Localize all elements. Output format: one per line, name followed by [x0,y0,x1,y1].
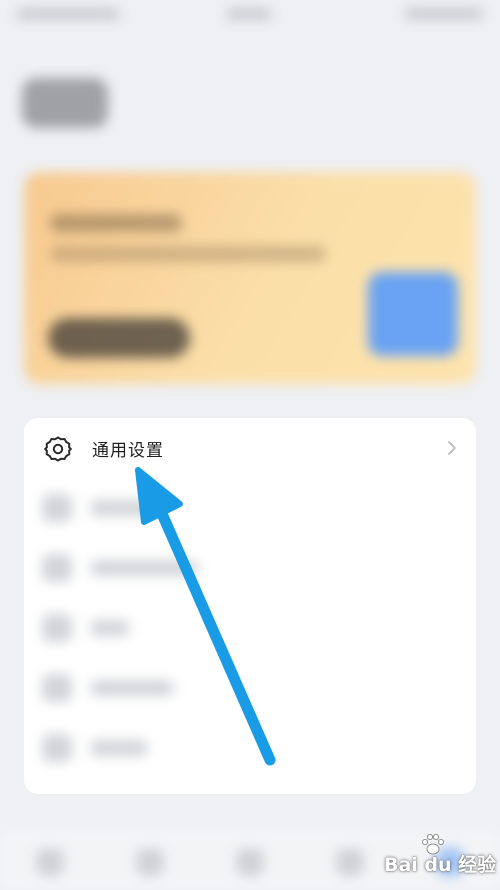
status-bar [0,0,500,28]
gear-icon [44,436,72,462]
blurred-text [90,620,130,636]
blurred-icon [42,614,72,642]
blurred-icon [42,734,72,762]
blurred-text [90,740,148,756]
baidu-watermark: Bai du 经验 [384,834,497,882]
clock [226,8,272,20]
carrier-info [16,8,120,20]
blurred-text [90,500,160,516]
blurred-icon [42,554,72,582]
chevron-right-icon [448,441,456,455]
blurred-text [90,680,174,696]
blurred-icon [42,494,72,522]
banner-subtitle [50,246,326,262]
menu-item-general-settings[interactable]: 通用设置 [24,418,476,478]
settings-card: 通用设置 [24,418,476,794]
page-title [22,78,108,128]
banner-title [50,214,182,232]
tab-icon[interactable] [336,848,364,876]
blurred-text [90,560,198,576]
tab-icon[interactable] [136,848,164,876]
blurred-icon [42,674,72,702]
battery-status [404,8,484,20]
promo-banner[interactable] [24,172,476,384]
banner-button[interactable] [48,318,190,358]
tab-icon[interactable] [36,848,64,876]
watermark-text: Bai du 经验 [384,854,497,876]
banner-image [368,272,458,356]
blurred-menu-list [24,478,476,794]
menu-item-label: 通用设置 [92,441,164,461]
tab-icon[interactable] [236,848,264,876]
